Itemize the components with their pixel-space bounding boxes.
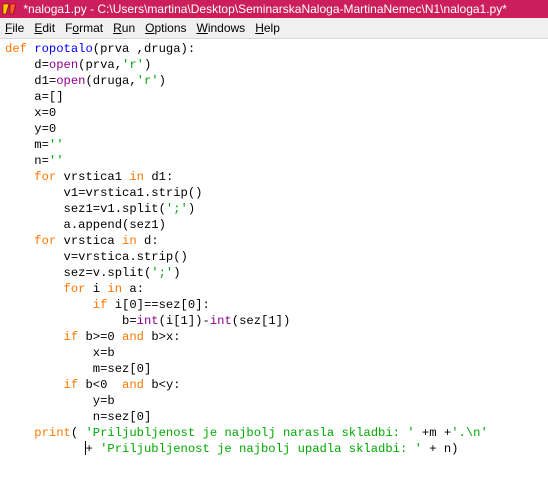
code-line: x=0 <box>5 106 57 120</box>
menu-file[interactable]: File <box>0 18 29 38</box>
menu-format[interactable]: Format <box>60 18 108 38</box>
code-line: if i[0]==sez[0]: <box>92 298 210 312</box>
code-line: v=vrstica.strip() <box>5 250 188 264</box>
idle-icon <box>2 2 18 16</box>
code-text[interactable]: def ropotalo(prva ,druga): d=open(prva,'… <box>5 41 488 457</box>
code-line: y=b <box>5 394 115 408</box>
code-line: d=open(prva,'r') <box>5 58 152 72</box>
menu-windows[interactable]: Windows <box>192 18 251 38</box>
menu-help[interactable]: Help <box>250 18 285 38</box>
code-line: d1=open(druga,'r') <box>5 74 166 88</box>
code-line: n='' <box>5 154 64 168</box>
code-line: m=sez[0] <box>5 362 152 376</box>
code-line: v1=vrstica1.strip() <box>5 186 203 200</box>
code-line: if b<0 and b<y: <box>63 378 181 392</box>
code-line: for i in a: <box>63 282 145 296</box>
code-line: def ropotalo(prva ,druga): <box>5 42 196 56</box>
code-line: + 'Priljubljenost je najbolj upadla skla… <box>85 441 459 456</box>
code-line: a.append(sez1) <box>5 218 166 232</box>
menu-run[interactable]: Run <box>108 18 140 38</box>
code-editor[interactable]: def ropotalo(prva ,druga): d=open(prva,'… <box>0 39 548 481</box>
code-line: m='' <box>5 138 64 152</box>
code-line: for vrstica in d: <box>34 234 159 248</box>
code-line: y=0 <box>5 122 57 136</box>
code-line: print( 'Priljubljenost je najbolj narasl… <box>34 426 488 440</box>
menu-options[interactable]: Options <box>140 18 191 38</box>
code-line: n=sez[0] <box>5 410 152 424</box>
code-line: if b>=0 and b>x: <box>63 330 181 344</box>
code-line: x=b <box>5 346 115 360</box>
title-bar: *naloga1.py - C:\Users\martina\Desktop\S… <box>0 0 548 18</box>
code-line: sez1=v1.split(';') <box>5 202 196 216</box>
code-line: a=[] <box>5 90 64 104</box>
code-line: for vrstica1 in d1: <box>34 170 174 184</box>
window-title: *naloga1.py - C:\Users\martina\Desktop\S… <box>23 2 507 16</box>
menu-bar: File Edit Format Run Options Windows Help <box>0 18 548 39</box>
text-cursor <box>85 441 87 455</box>
code-line: sez=v.split(';') <box>5 266 181 280</box>
menu-edit[interactable]: Edit <box>29 18 60 38</box>
code-line: b=int(i[1])-int(sez[1]) <box>5 314 291 328</box>
